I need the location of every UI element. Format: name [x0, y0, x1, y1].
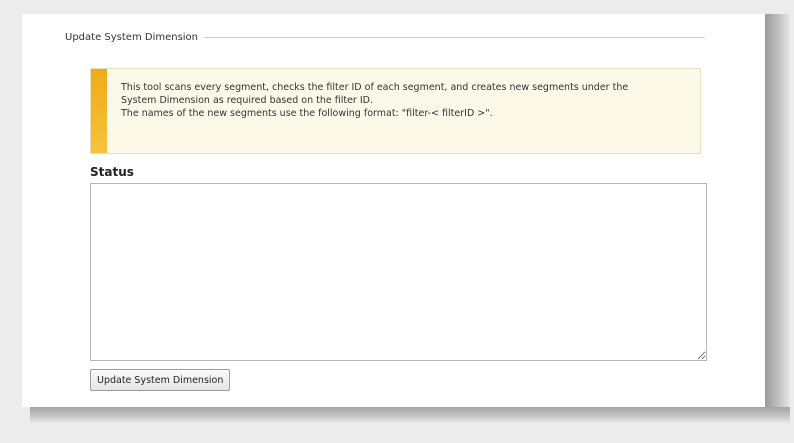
section-title: Update System Dimension	[65, 32, 199, 43]
section-divider	[204, 37, 705, 38]
main-panel: Update System Dimension This tool scans …	[22, 14, 765, 407]
notice-line: System Dimension as required based on th…	[121, 95, 373, 106]
notice-accent-bar	[91, 69, 107, 153]
section-header: Update System Dimension	[65, 32, 705, 43]
status-label: Status	[90, 165, 134, 179]
frame-shadow-bottom	[30, 407, 790, 423]
update-system-dimension-button[interactable]: Update System Dimension	[90, 369, 231, 391]
status-textarea[interactable]	[90, 183, 707, 361]
notice-line: The names of the new segments use the fo…	[121, 108, 493, 119]
notice-text: This tool scans every segment, checks th…	[121, 81, 690, 120]
info-notice: This tool scans every segment, checks th…	[90, 68, 701, 154]
frame-shadow-right	[765, 14, 789, 412]
notice-line: This tool scans every segment, checks th…	[121, 82, 629, 93]
